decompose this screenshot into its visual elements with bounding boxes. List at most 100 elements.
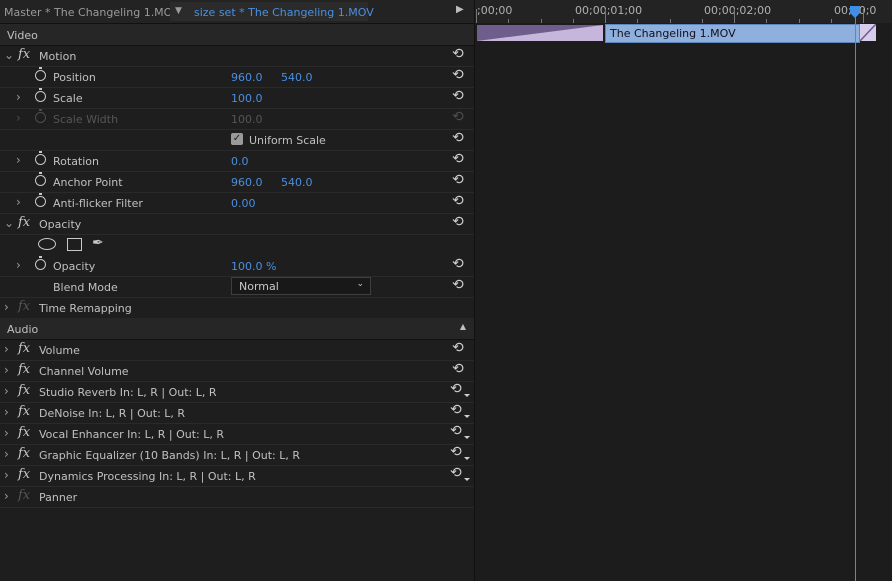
stopwatch-icon[interactable] — [35, 88, 46, 102]
sequence-clip-tab[interactable]: ▼ size set * The Changeling 1.MOV — [170, 2, 374, 21]
position-y-value[interactable]: 540.0 — [281, 71, 313, 84]
reset-icon[interactable]: ⟲ — [452, 362, 464, 376]
audio-effect-label: DeNoise In: L, R | Out: L, R — [39, 407, 186, 420]
time-remapping-row[interactable]: › fx Time Remapping — [0, 297, 474, 319]
reset-icon[interactable]: ⟲ — [452, 68, 464, 82]
audio-effect-row-studio-reverb[interactable]: › fx Studio Reverb In: L, R | Out: L, R … — [0, 381, 474, 403]
opacity-label: Opacity — [53, 260, 96, 273]
opacity-value[interactable]: 100.0 % — [231, 260, 276, 273]
collapse-chevron-icon[interactable]: ⌄ — [4, 216, 14, 230]
chevron-down-icon[interactable]: ▼ — [175, 6, 182, 16]
expand-chevron-icon[interactable]: › — [4, 489, 9, 503]
audio-effect-row-vocal-enhancer[interactable]: › fx Vocal Enhancer In: L, R | Out: L, R… — [0, 423, 474, 445]
collapse-caret-icon[interactable]: ▲ — [460, 322, 466, 331]
position-label: Position — [53, 71, 96, 84]
stopwatch-icon[interactable] — [35, 256, 46, 270]
playhead-line[interactable] — [855, 12, 856, 581]
fx-toggle-icon[interactable]: fx — [18, 467, 30, 482]
reset-icon[interactable]: ⟲ — [452, 89, 464, 103]
expand-chevron-icon[interactable]: › — [4, 468, 9, 482]
expand-chevron-icon[interactable]: › — [16, 195, 21, 209]
time-ruler[interactable]: ;00;00 00;00;01;00 00;00;02;00 00;00;0 — [475, 0, 892, 24]
position-x-value[interactable]: 960.0 — [231, 71, 263, 84]
opacity-row: › Opacity 100.0 % ⟲ — [0, 255, 474, 277]
audio-section-header: Audio ▲ — [0, 318, 474, 340]
reset-icon[interactable]: ⟲ — [452, 173, 464, 187]
reset-dropdown-icon[interactable]: ⟲ — [450, 382, 470, 397]
expand-chevron-icon[interactable]: › — [4, 363, 9, 377]
pen-mask-icon[interactable]: ✒ — [92, 235, 104, 251]
fx-toggle-icon[interactable]: fx — [18, 383, 30, 398]
fx-toggle-icon[interactable]: fx — [18, 47, 30, 62]
expand-chevron-icon[interactable]: › — [4, 405, 9, 419]
expand-chevron-icon[interactable]: › — [16, 90, 21, 104]
audio-effect-label: Volume — [39, 344, 80, 357]
blend-mode-value: Normal — [239, 280, 279, 293]
audio-effect-row-denoise[interactable]: › fx DeNoise In: L, R | Out: L, R ⟲ — [0, 402, 474, 424]
audio-effect-row-volume[interactable]: › fx Volume ⟲ — [0, 339, 474, 361]
audio-effect-label: Vocal Enhancer In: L, R | Out: L, R — [39, 428, 224, 441]
expand-chevron-icon[interactable]: › — [16, 153, 21, 167]
master-clip-tab[interactable]: Master * The Changeling 1.MOV — [4, 6, 180, 19]
fx-toggle-icon: fx — [18, 299, 31, 314]
fx-toggle-icon[interactable]: fx — [18, 404, 30, 419]
play-icon[interactable]: ▶ — [456, 4, 464, 15]
collapse-chevron-icon[interactable]: ⌄ — [4, 48, 14, 62]
audio-effect-row-channel-volume[interactable]: › fx Channel Volume ⟲ — [0, 360, 474, 382]
clip-block[interactable]: The Changeling 1.MOV — [605, 24, 860, 43]
expand-chevron-icon[interactable]: › — [4, 384, 9, 398]
playhead-handle-icon[interactable] — [850, 6, 860, 18]
reset-icon[interactable]: ⟲ — [452, 47, 464, 61]
anti-flicker-value[interactable]: 0.00 — [231, 197, 256, 210]
fx-toggle-icon[interactable]: fx — [18, 446, 30, 461]
motion-effect-row[interactable]: ⌄ fx Motion ⟲ — [0, 45, 474, 67]
audio-effect-row-dynamics-processing[interactable]: › fx Dynamics Processing In: L, R | Out:… — [0, 465, 474, 487]
stopwatch-icon[interactable] — [35, 67, 46, 81]
timecode-label: ;00;00 — [477, 4, 513, 17]
reset-dropdown-icon[interactable]: ⟲ — [450, 445, 470, 460]
ellipse-mask-icon[interactable] — [38, 238, 56, 250]
reset-icon[interactable]: ⟲ — [452, 194, 464, 208]
reset-icon[interactable]: ⟲ — [452, 341, 464, 355]
reset-dropdown-icon[interactable]: ⟲ — [450, 466, 470, 481]
reset-dropdown-icon[interactable]: ⟲ — [450, 403, 470, 418]
stopwatch-icon[interactable] — [35, 172, 46, 186]
clip-track: The Changeling 1.MOV — [475, 23, 892, 43]
expand-chevron-icon[interactable]: › — [4, 426, 9, 440]
anchor-y-value[interactable]: 540.0 — [281, 176, 313, 189]
reset-icon[interactable]: ⟲ — [452, 152, 464, 166]
ruler-tick — [734, 9, 735, 23]
effect-controls-timeline[interactable]: ;00;00 00;00;01;00 00;00;02;00 00;00;0 T… — [474, 0, 892, 581]
opacity-effect-row[interactable]: ⌄ fx Opacity ⟲ — [0, 213, 474, 235]
fx-toggle-icon[interactable]: fx — [18, 425, 30, 440]
reset-dropdown-icon[interactable]: ⟲ — [450, 424, 470, 439]
uniform-scale-checkbox[interactable]: ✓ — [231, 133, 243, 145]
expand-chevron-icon: › — [16, 111, 21, 125]
expand-chevron-icon[interactable]: › — [4, 342, 9, 356]
transition-ramp — [477, 25, 603, 41]
fx-toggle-icon[interactable]: fx — [18, 362, 30, 377]
audio-effect-label: Graphic Equalizer (10 Bands) In: L, R | … — [39, 449, 300, 462]
expand-chevron-icon[interactable]: › — [4, 447, 9, 461]
scale-value[interactable]: 100.0 — [231, 92, 263, 105]
anchor-x-value[interactable]: 960.0 — [231, 176, 263, 189]
scale-width-value: 100.0 — [231, 113, 263, 126]
reset-icon[interactable]: ⟲ — [452, 278, 464, 292]
rectangle-mask-icon[interactable] — [67, 238, 82, 251]
audio-effect-row-panner[interactable]: › fx Panner — [0, 486, 474, 508]
audio-effect-row-graphic-equalizer[interactable]: › fx Graphic Equalizer (10 Bands) In: L,… — [0, 444, 474, 466]
rotation-value[interactable]: 0.0 — [231, 155, 249, 168]
reset-icon[interactable]: ⟲ — [452, 215, 464, 229]
reset-icon[interactable]: ⟲ — [452, 257, 464, 271]
anchor-point-label: Anchor Point — [53, 176, 123, 189]
stopwatch-icon[interactable] — [35, 151, 46, 165]
expand-chevron-icon[interactable]: › — [4, 300, 9, 314]
reset-icon[interactable]: ⟲ — [452, 131, 464, 145]
video-section-label: Video — [7, 29, 38, 42]
effect-controls-panel: Master * The Changeling 1.MOV ▼ size set… — [0, 0, 474, 581]
stopwatch-icon[interactable] — [35, 193, 46, 207]
fx-toggle-icon[interactable]: fx — [18, 341, 30, 356]
expand-chevron-icon[interactable]: › — [16, 258, 21, 272]
fx-toggle-icon[interactable]: fx — [18, 215, 30, 230]
blend-mode-select[interactable]: Normal ⌄ — [231, 277, 371, 295]
